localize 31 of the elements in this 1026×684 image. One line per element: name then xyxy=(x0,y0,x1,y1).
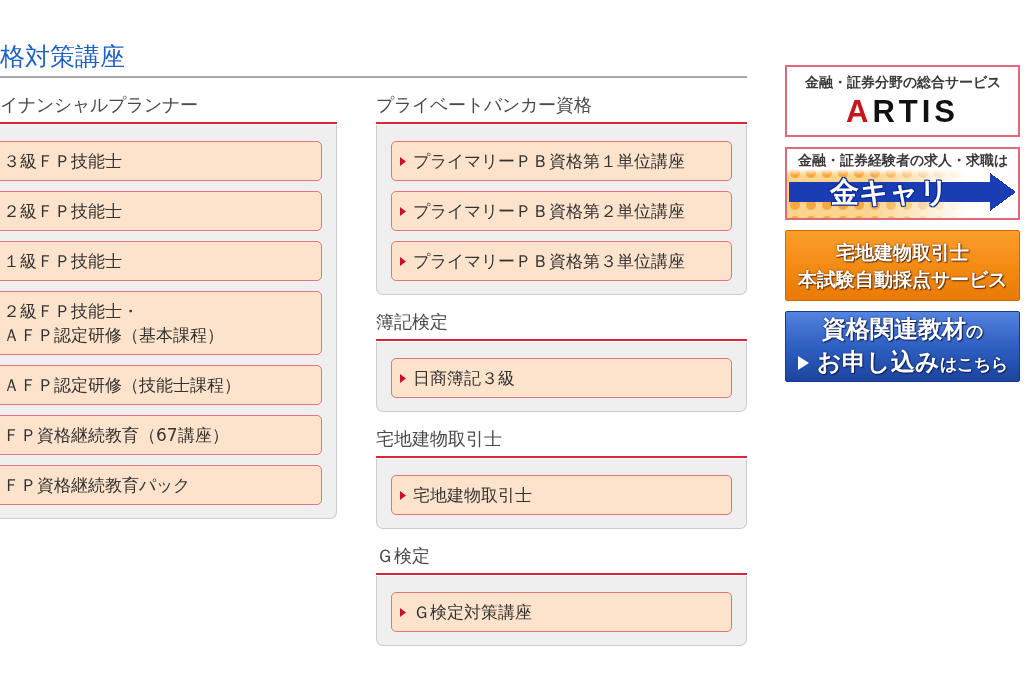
course-link[interactable]: 宅地建物取引士 xyxy=(391,475,732,515)
triangle-marker-icon xyxy=(400,490,406,500)
banner-text: 宅地建物取引士 xyxy=(836,239,969,265)
course-link[interactable]: ２級ＦＰ技能士・ ＡＦＰ認定研修（基本課程） xyxy=(0,291,322,355)
course-link[interactable]: ３級ＦＰ技能士 xyxy=(0,141,322,181)
page-title: 格対策講座 xyxy=(0,40,747,78)
triangle-marker-icon xyxy=(400,256,406,266)
banner-text: お申し込みはこちら xyxy=(816,346,1008,378)
triangle-marker-icon xyxy=(400,607,406,617)
course-link[interactable]: １級ＦＰ技能士 xyxy=(0,241,322,281)
banner-tagline: 金融・証券分野の総合サービス xyxy=(804,73,1001,92)
course-link[interactable]: ＦＰ資格継続教育（67講座） xyxy=(0,415,322,455)
ad-banner[interactable]: 金融・証券分野の総合サービス ARTIS xyxy=(785,65,1020,137)
course-link[interactable]: Ｇ検定対策講座 xyxy=(391,592,732,632)
course-link[interactable]: プライマリーＰＢ資格第１単位講座 xyxy=(391,141,732,181)
course-link[interactable]: ＦＰ資格継続教育パック xyxy=(0,465,322,505)
triangle-marker-icon xyxy=(400,206,406,216)
triangle-marker-icon xyxy=(400,373,406,383)
course-link[interactable]: プライマリーＰＢ資格第２単位講座 xyxy=(391,191,732,231)
course-link[interactable]: ＡＦＰ認定研修（技能士課程） xyxy=(0,365,322,405)
ad-banner[interactable]: 金融・証券経験者の求人・求職は 金キャリ xyxy=(785,147,1020,220)
banner-text: 資格関連教材の xyxy=(822,313,983,345)
ad-banner[interactable]: 資格関連教材の お申し込みはこちら xyxy=(785,311,1020,382)
course-link[interactable]: 日商簿記３級 xyxy=(391,358,732,398)
banner-logo: ARTIS xyxy=(846,95,959,129)
triangle-marker-icon xyxy=(400,156,406,166)
banner-logo: 金キャリ xyxy=(830,174,949,210)
banner-tagline: 金融・証券経験者の求人・求職は xyxy=(797,151,1008,170)
course-link[interactable]: プライマリーＰＢ資格第３単位講座 xyxy=(391,241,732,281)
course-link[interactable]: ２級ＦＰ技能士 xyxy=(0,191,322,231)
banner-text: 本試験自動採点サービス xyxy=(798,266,1007,292)
